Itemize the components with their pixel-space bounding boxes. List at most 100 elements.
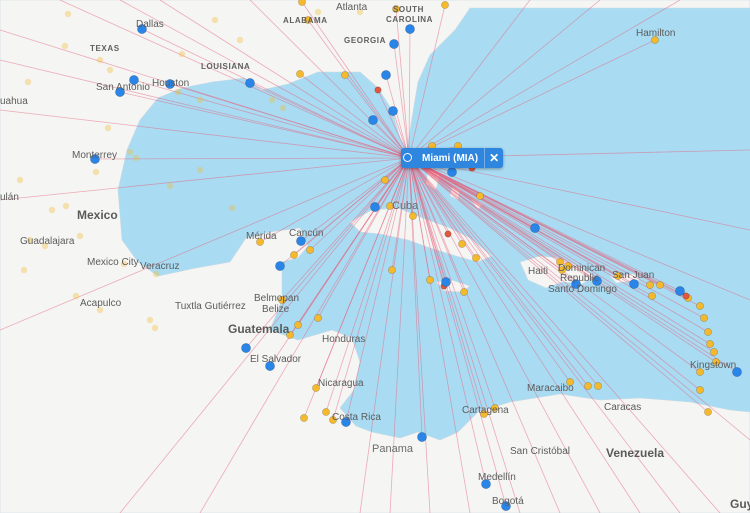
airport-marker-faded[interactable] — [236, 36, 244, 44]
airport-marker-major[interactable] — [389, 39, 399, 49]
selected-airport-tag[interactable]: Miami (MIA) ✕ — [401, 148, 504, 168]
airport-marker-minor[interactable] — [460, 288, 468, 296]
airport-marker-faded[interactable] — [24, 78, 32, 86]
airport-marker-minor[interactable] — [700, 314, 708, 322]
airport-marker-minor[interactable] — [294, 321, 302, 329]
airport-marker-minor[interactable] — [646, 281, 654, 289]
airport-marker-faded[interactable] — [104, 124, 112, 132]
airport-marker-major[interactable] — [381, 70, 391, 80]
airport-marker-minor[interactable] — [706, 340, 714, 348]
map-label: Guy — [730, 497, 750, 511]
airport-marker-major[interactable] — [275, 261, 285, 271]
map-label: San Cristóbal — [510, 446, 571, 457]
airport-marker-faded[interactable] — [96, 56, 104, 64]
airport-marker-faded[interactable] — [48, 206, 56, 214]
airport-marker-faded[interactable] — [16, 176, 24, 184]
airport-marker-minor[interactable] — [656, 281, 664, 289]
airport-marker-minor[interactable] — [710, 348, 718, 356]
airport-marker-faded[interactable] — [196, 166, 204, 174]
airport-marker-minor[interactable] — [704, 408, 712, 416]
airport-marker-minor[interactable] — [426, 276, 434, 284]
airport-marker-minor[interactable] — [290, 251, 298, 259]
airport-marker-faded[interactable] — [64, 10, 72, 18]
airport-marker-minor[interactable] — [300, 414, 308, 422]
airport-marker-minor[interactable] — [472, 254, 480, 262]
map-label: Guadalajara — [20, 236, 75, 247]
map-label: Mexico — [77, 208, 118, 222]
route-map[interactable]: ALABAMA SOUTH CAROLINA GEORGIA TEXAS LOU… — [0, 0, 750, 513]
airport-marker-minor[interactable] — [458, 240, 466, 248]
airport-marker-minor[interactable] — [322, 408, 330, 416]
airport-marker-minor[interactable] — [696, 386, 704, 394]
airport-marker-faded[interactable] — [279, 104, 287, 112]
map-label: Atlanta — [336, 2, 368, 13]
airport-marker-faded[interactable] — [314, 8, 322, 16]
map-label: Guatemala — [228, 322, 290, 336]
airport-marker-faded[interactable] — [61, 42, 69, 50]
airport-marker-major[interactable] — [530, 223, 540, 233]
selected-airport-pin — [403, 153, 412, 162]
airport-marker-minor[interactable] — [648, 292, 656, 300]
airport-marker-faded[interactable] — [72, 292, 80, 300]
airport-marker-faded[interactable] — [211, 16, 219, 24]
airport-marker-major[interactable] — [405, 24, 415, 34]
airport-marker-faded[interactable] — [146, 316, 154, 324]
airport-marker-minor[interactable] — [381, 176, 389, 184]
airport-marker-faded[interactable] — [268, 96, 276, 104]
map-label: Honduras — [322, 334, 366, 345]
airport-marker-minor[interactable] — [476, 192, 484, 200]
airport-marker-major[interactable] — [447, 167, 457, 177]
airport-marker-faded[interactable] — [126, 148, 134, 156]
map-label: ulán — [0, 192, 19, 203]
airport-marker-red[interactable] — [444, 230, 452, 238]
airport-marker-major[interactable] — [675, 286, 685, 296]
airport-marker-faded[interactable] — [132, 154, 140, 162]
airport-marker-minor[interactable] — [704, 328, 712, 336]
airport-marker-minor[interactable] — [696, 302, 704, 310]
airport-marker-red[interactable] — [374, 86, 382, 94]
airport-marker-minor[interactable] — [306, 246, 314, 254]
airport-marker-minor[interactable] — [298, 0, 306, 6]
map-label: SOUTH — [393, 5, 424, 14]
airport-marker-minor[interactable] — [388, 266, 396, 274]
close-icon[interactable]: ✕ — [484, 148, 503, 168]
map-label: Houston — [152, 78, 190, 89]
airport-marker-faded[interactable] — [92, 168, 100, 176]
airport-marker-faded[interactable] — [174, 88, 182, 96]
map-label: Haiti — [528, 266, 549, 277]
airport-marker-faded[interactable] — [76, 232, 84, 240]
airport-marker-major[interactable] — [368, 115, 378, 125]
map-label: Dallas — [136, 19, 164, 30]
airport-marker-faded[interactable] — [228, 204, 236, 212]
airport-marker-minor[interactable] — [584, 382, 592, 390]
airport-marker-minor[interactable] — [296, 70, 304, 78]
airport-marker-major[interactable] — [241, 343, 251, 353]
map-label: Belize — [262, 304, 290, 315]
airport-marker-minor[interactable] — [441, 1, 449, 9]
airport-marker-minor[interactable] — [314, 314, 322, 322]
route-line — [94, 157, 410, 160]
airport-marker-minor[interactable] — [594, 382, 602, 390]
route-line — [317, 157, 410, 319]
airport-marker-major[interactable] — [370, 202, 380, 212]
land-cuba — [349, 207, 493, 263]
airport-marker-faded[interactable] — [106, 66, 114, 74]
airport-marker-faded[interactable] — [196, 96, 204, 104]
map-label: LOUISIANA — [201, 62, 251, 71]
airport-marker-major[interactable] — [417, 432, 427, 442]
airport-marker-major[interactable] — [441, 277, 451, 287]
airport-marker-major[interactable] — [388, 106, 398, 116]
airport-marker-minor[interactable] — [409, 212, 417, 220]
map-label: San Juan — [612, 270, 655, 281]
airport-marker-faded[interactable] — [178, 50, 186, 58]
airport-marker-faded[interactable] — [20, 266, 28, 274]
map-label: Nicaragua — [318, 378, 364, 389]
airport-marker-major[interactable] — [245, 78, 255, 88]
airport-marker-faded[interactable] — [151, 324, 159, 332]
airport-marker-faded[interactable] — [166, 182, 174, 190]
airport-marker-faded[interactable] — [62, 202, 70, 210]
map-label: ALABAMA — [283, 16, 328, 25]
map-label: Cancún — [289, 228, 324, 239]
airport-marker-minor[interactable] — [341, 71, 349, 79]
map-label: Acapulco — [80, 298, 122, 309]
